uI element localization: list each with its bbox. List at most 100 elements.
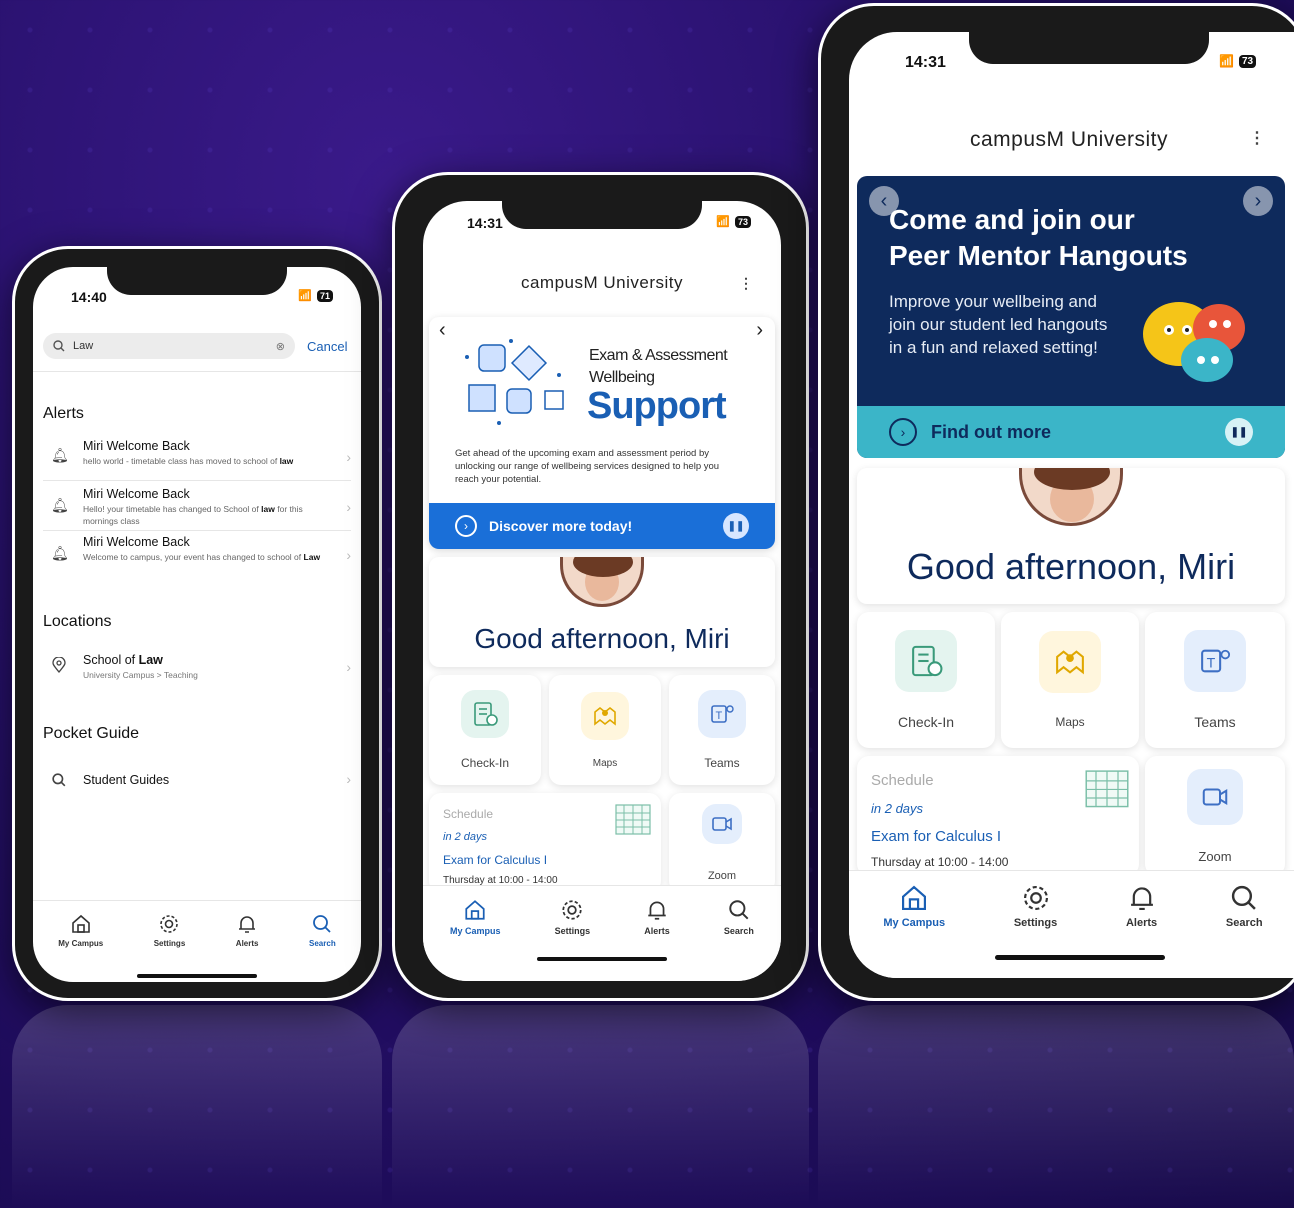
tab-settings[interactable]: Settings	[1014, 883, 1057, 978]
promo-banner[interactable]: ‹ › Come and join our Peer Mentor Hangou…	[857, 176, 1285, 458]
chevron-right-icon: ›	[346, 547, 351, 563]
tile-maps[interactable]: Maps	[549, 675, 661, 785]
battery-icon: 71	[316, 289, 333, 302]
chevron-right-icon[interactable]: ›	[756, 319, 763, 342]
calendar-icon	[1085, 770, 1129, 808]
alert-title: Miri Welcome Back	[83, 487, 190, 501]
alert-body-text: Welcome to campus, your event has change…	[83, 552, 265, 562]
schedule-label: Schedule	[443, 807, 494, 821]
tile-label: Zoom	[707, 870, 737, 882]
map-icon	[1039, 631, 1101, 693]
tab-my-campus[interactable]: My Campus	[58, 913, 103, 982]
schedule-event: Exam for Calculus I	[871, 828, 1002, 845]
tab-label: Settings	[153, 939, 186, 948]
tile-teams[interactable]: T Teams	[669, 675, 775, 785]
tile-zoom[interactable]: Zoom	[1145, 756, 1285, 876]
tile-maps[interactable]: Maps	[1001, 612, 1139, 748]
bell-icon: 🔔︎	[51, 545, 69, 561]
avatar	[560, 557, 644, 607]
tab-search[interactable]: Search	[724, 898, 754, 981]
phone2-reflection	[392, 1005, 809, 1208]
find-out-more-button[interactable]: › Find out more ❚❚	[857, 406, 1285, 458]
svg-text:T: T	[1207, 654, 1216, 670]
tab-my-campus[interactable]: My Campus	[883, 883, 945, 978]
alert-row[interactable]: 🔔︎ Miri Welcome Back hello world - timet…	[43, 433, 351, 481]
search-field[interactable]: Law ⊗	[43, 333, 295, 359]
location-row[interactable]: School of Law University Campus > Teachi…	[43, 649, 351, 689]
tab-alerts[interactable]: Alerts	[235, 913, 259, 982]
greeting-card: Good afternoon, Miri	[857, 468, 1285, 604]
page-title: campusM University	[969, 128, 1169, 151]
avatar	[1019, 468, 1123, 526]
tab-label: My Campus	[450, 926, 501, 936]
divider	[33, 371, 361, 372]
notch	[502, 201, 702, 229]
tile-check-in[interactable]: Check-In	[429, 675, 541, 785]
tab-my-campus[interactable]: My Campus	[450, 898, 501, 981]
status-time: 14:40	[71, 289, 107, 305]
alert-row[interactable]: 🔔︎ Miri Welcome Back Welcome to campus, …	[43, 533, 351, 581]
guide-row[interactable]: Student Guides ›	[43, 767, 351, 797]
phone1-reflection	[12, 1005, 382, 1208]
schedule-card[interactable]: Schedule in 2 days Exam for Calculus I T…	[429, 793, 661, 893]
search-icon	[53, 340, 65, 352]
chevron-left-icon[interactable]: ‹	[439, 319, 446, 342]
alert-row[interactable]: 🔔︎ Miri Welcome Back Hello! your timetab…	[43, 483, 351, 531]
clear-icon[interactable]: ⊗	[276, 340, 285, 353]
schedule-card[interactable]: Schedule in 2 days Exam for Calculus I T…	[857, 756, 1139, 876]
pause-icon[interactable]: ❚❚	[1225, 418, 1253, 446]
arrow-circle-icon: ›	[455, 515, 477, 537]
more-menu-icon[interactable]: ⋮	[739, 275, 753, 292]
tile-teams[interactable]: T Teams	[1145, 612, 1285, 748]
tab-settings[interactable]: Settings	[153, 913, 186, 982]
bell-icon	[1130, 887, 1153, 910]
tab-label: Alerts	[235, 939, 259, 948]
search-input[interactable]: Law	[73, 340, 268, 352]
chevron-right-icon: ›	[346, 659, 351, 675]
banner-line1: Exam & Assessment	[589, 347, 728, 364]
tab-search[interactable]: Search	[1226, 883, 1263, 978]
gear-icon	[1023, 886, 1048, 910]
banner-desc: Improve your wellbeing and join our stud…	[889, 292, 1108, 357]
location-pin-icon	[52, 657, 66, 673]
calendar-icon	[615, 804, 651, 835]
tile-label: Check-In	[897, 714, 955, 730]
alert-body-bold: law	[261, 504, 275, 514]
teams-icon: T	[698, 690, 746, 738]
alert-body-bold: Law	[303, 552, 321, 562]
banner-heading1: Come and join our	[889, 204, 1135, 235]
tab-alerts[interactable]: Alerts	[1126, 883, 1157, 978]
more-menu-icon[interactable]: ⋮	[1249, 128, 1265, 148]
phone-search: 14:40 📶 71 Law ⊗ Cancel Alerts 🔔︎ Miri W…	[12, 246, 382, 1001]
promo-banner[interactable]: ‹ › Exam & Assessment Wellbeing Support …	[429, 317, 775, 549]
tab-label: Search	[723, 926, 754, 936]
guide-title: Student Guides	[83, 773, 170, 787]
phone2-screen: 14:31 📶 73 campusM University ⋮ ‹ › Exam…	[423, 201, 781, 981]
discover-label: Discover more today!	[489, 518, 633, 534]
status-icons: 📶 73	[1219, 54, 1257, 68]
banner-heading2: Peer Mentor Hangouts	[889, 240, 1188, 271]
phone-home-hangouts: 14:31 📶 73 campusM University ⋮ ‹ › Come…	[818, 3, 1294, 1001]
alert-body-tail: school of	[267, 552, 302, 562]
location-title: School of Law	[83, 653, 163, 667]
greeting-text: Good afternoon, Miri	[474, 623, 730, 654]
tab-search[interactable]: Search	[309, 913, 336, 982]
page-title: campusM University	[520, 273, 684, 292]
check-in-icon	[895, 630, 957, 692]
tab-settings[interactable]: Settings	[555, 898, 590, 981]
tab-alerts[interactable]: Alerts	[644, 898, 670, 981]
pause-icon[interactable]: ❚❚	[723, 513, 749, 539]
tab-label: My Campus	[58, 939, 104, 948]
phone-home-support: 14:31 📶 73 campusM University ⋮ ‹ › Exam…	[392, 172, 809, 1001]
cancel-button[interactable]: Cancel	[307, 339, 347, 354]
tile-label: Teams	[1194, 714, 1236, 730]
alert-body: Hello! your timetable has changed to Sch…	[83, 503, 335, 527]
discover-button[interactable]: › Discover more today! ❚❚	[429, 503, 775, 549]
tile-check-in[interactable]: Check-In	[857, 612, 995, 748]
tile-label: Check-In	[460, 756, 510, 770]
tab-label: Search	[309, 939, 336, 948]
tile-zoom[interactable]: Zoom	[669, 793, 775, 893]
chevron-right-icon[interactable]: ›	[1243, 186, 1273, 216]
chevron-right-icon: ›	[346, 499, 351, 515]
location-title-bold: Law	[138, 653, 163, 667]
